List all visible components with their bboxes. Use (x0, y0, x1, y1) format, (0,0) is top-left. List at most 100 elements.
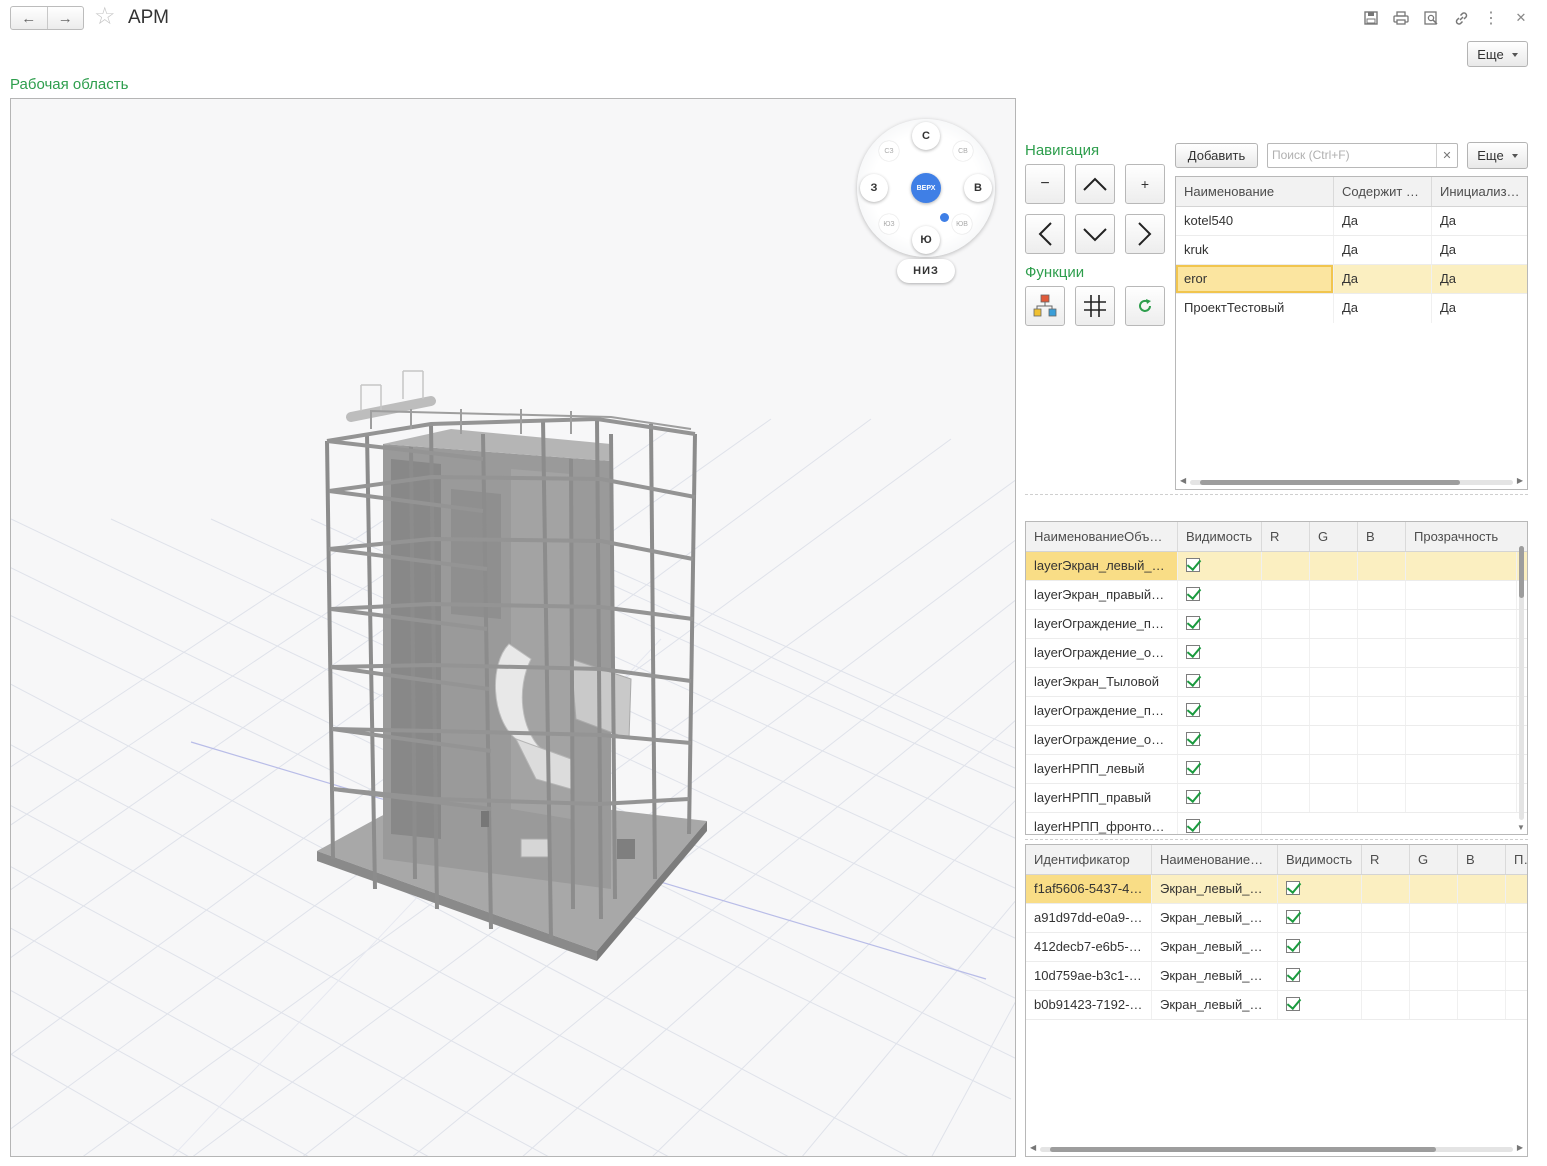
table-row[interactable]: kruk Да Да (1176, 236, 1527, 265)
add-project-label: Добавить (1187, 148, 1246, 163)
object-visibility-checkbox[interactable] (1286, 967, 1300, 982)
compass-southwest-button[interactable]: ЮЗ (879, 214, 899, 234)
projects-col-contains[interactable]: Содержит … (1334, 177, 1432, 206)
move-up-button[interactable] (1075, 164, 1115, 204)
compass-north-button[interactable]: С (912, 122, 940, 150)
table-row[interactable]: layerОграждение_п… (1026, 610, 1527, 639)
link-icon[interactable] (1452, 9, 1470, 27)
back-arrow-icon[interactable]: ← (11, 7, 47, 29)
preview-icon[interactable] (1422, 9, 1440, 27)
compass-top-view-button[interactable]: ВЕРХ (911, 173, 941, 203)
hierarchy-icon (1033, 294, 1057, 317)
compass-northwest-button[interactable]: СЗ (879, 141, 899, 161)
layer-visibility-checkbox[interactable] (1186, 702, 1200, 717)
layer-visibility-checkbox[interactable] (1186, 557, 1200, 572)
table-row[interactable]: layerОграждение_о… (1026, 639, 1527, 668)
table-row[interactable]: layerНРПП_левый (1026, 755, 1527, 784)
chevron-down-icon (1083, 228, 1107, 242)
layer-visibility-checkbox[interactable] (1186, 731, 1200, 746)
layers-col-g[interactable]: G (1310, 522, 1358, 551)
3d-scene (11, 370, 1015, 1156)
projects-col-name[interactable]: Наименование (1176, 177, 1334, 206)
layer-visibility-checkbox[interactable] (1186, 644, 1200, 659)
table-row[interactable]: layerЭкран_Тыловой (1026, 668, 1527, 697)
table-row-selected[interactable]: eror Да Да (1176, 265, 1527, 294)
hierarchy-function-button[interactable] (1025, 286, 1065, 326)
table-row[interactable]: kotel540 Да Да (1176, 207, 1527, 236)
compass-east-button[interactable]: В (964, 174, 992, 202)
more-button[interactable]: Еще (1467, 41, 1528, 67)
objects-col-g[interactable]: G (1410, 845, 1458, 874)
project-name-cell: kotel540 (1176, 207, 1334, 235)
objects-horizontal-scrollbar[interactable]: ◀ ▶ (1026, 1142, 1527, 1156)
table-row[interactable]: b0b91423-7192-… Экран_левый_0… (1026, 991, 1527, 1020)
compass-northeast-button[interactable]: СВ (953, 141, 973, 161)
compass-west-button[interactable]: З (860, 174, 888, 202)
layers-vertical-scrollbar[interactable]: ▼ (1516, 546, 1526, 834)
projects-more-button[interactable]: Еще (1467, 142, 1528, 169)
table-row-selected[interactable]: f1af5606-5437-4… Экран_левый_0… (1026, 875, 1527, 904)
object-visibility-checkbox[interactable] (1286, 996, 1300, 1011)
object-id-cell: a91d97dd-e0a9-… (1026, 904, 1152, 932)
refresh-function-button[interactable] (1125, 286, 1165, 326)
bottom-view-button[interactable]: НИЗ (897, 259, 955, 283)
add-project-button[interactable]: Добавить (1175, 143, 1258, 168)
grid-function-button[interactable] (1075, 286, 1115, 326)
save-icon[interactable] (1362, 9, 1380, 27)
layer-visibility-checkbox[interactable] (1186, 789, 1200, 804)
move-left-button[interactable] (1025, 214, 1065, 254)
table-row[interactable]: 412decb7-e6b5-… Экран_левый_0… (1026, 933, 1527, 962)
layer-name-cell: layerЭкран_правый_… (1026, 581, 1178, 609)
layers-col-visibility[interactable]: Видимость (1178, 522, 1262, 551)
table-row[interactable]: layerЭкран_правый_… (1026, 581, 1527, 610)
project-search-input[interactable]: Поиск (Ctrl+F) (1268, 144, 1436, 167)
objects-table: Идентификатор Наименование… Видимость R … (1025, 844, 1528, 1157)
3d-viewport[interactable]: С Ю З В СЗ СВ ЮЗ ЮВ ВЕРХ НИЗ (10, 98, 1016, 1157)
layer-visibility-checkbox[interactable] (1186, 615, 1200, 630)
chevron-up-icon (1083, 177, 1107, 191)
objects-col-b[interactable]: B (1458, 845, 1506, 874)
table-row[interactable]: a91d97dd-e0a9-… Экран_левый_0… (1026, 904, 1527, 933)
move-down-button[interactable] (1075, 214, 1115, 254)
print-icon[interactable] (1392, 9, 1410, 27)
compass-southeast-button[interactable]: ЮВ (952, 214, 972, 234)
projects-horizontal-scrollbar[interactable]: ◀ ▶ (1176, 475, 1527, 489)
clear-search-icon[interactable]: ✕ (1436, 144, 1457, 167)
layer-visibility-checkbox[interactable] (1186, 818, 1200, 833)
close-icon[interactable]: ✕ (1512, 9, 1530, 27)
table-row[interactable]: 10d759ae-b3c1-… Экран_левый_0… (1026, 962, 1527, 991)
zoom-in-label: + (1140, 176, 1150, 192)
project-contains-cell: Да (1334, 236, 1432, 264)
table-row-selected[interactable]: layerЭкран_левый_б… (1026, 552, 1527, 581)
objects-col-visibility[interactable]: Видимость (1278, 845, 1362, 874)
layers-col-name[interactable]: НаименованиеОбъе… (1026, 522, 1178, 551)
table-row[interactable]: layerНРПП_фронтовой (1026, 813, 1527, 834)
layers-col-opacity[interactable]: Прозрачность (1406, 522, 1517, 551)
object-visibility-checkbox[interactable] (1286, 880, 1300, 895)
forward-arrow-icon[interactable]: → (46, 7, 84, 29)
table-row[interactable]: ПроектТестовый Да Да (1176, 294, 1527, 323)
objects-col-r[interactable]: R (1362, 845, 1410, 874)
move-right-button[interactable] (1125, 214, 1165, 254)
more-vertical-icon[interactable]: ⋮ (1482, 9, 1500, 27)
objects-col-id[interactable]: Идентификатор (1026, 845, 1152, 874)
layer-visibility-checkbox[interactable] (1186, 760, 1200, 775)
objects-col-name[interactable]: Наименование… (1152, 845, 1278, 874)
object-visibility-checkbox[interactable] (1286, 909, 1300, 924)
table-row[interactable]: layerОграждение_п… (1026, 697, 1527, 726)
layers-col-b[interactable]: B (1358, 522, 1406, 551)
table-row[interactable]: layerОграждение_о… (1026, 726, 1527, 755)
favorite-star-icon[interactable]: ☆ (94, 4, 116, 30)
objects-col-opacity[interactable]: Пр (1506, 845, 1527, 874)
section-divider (1025, 494, 1528, 495)
compass-south-button[interactable]: Ю (912, 226, 940, 254)
table-row[interactable]: layerНРПП_правый (1026, 784, 1527, 813)
object-visibility-checkbox[interactable] (1286, 938, 1300, 953)
zoom-out-button[interactable]: − (1025, 164, 1065, 204)
layer-visibility-checkbox[interactable] (1186, 673, 1200, 688)
layers-col-r[interactable]: R (1262, 522, 1310, 551)
layer-visibility-checkbox[interactable] (1186, 586, 1200, 601)
projects-col-init[interactable]: Инициализиро (1432, 177, 1527, 206)
section-divider (1025, 839, 1528, 840)
zoom-in-button[interactable]: + (1125, 164, 1165, 204)
